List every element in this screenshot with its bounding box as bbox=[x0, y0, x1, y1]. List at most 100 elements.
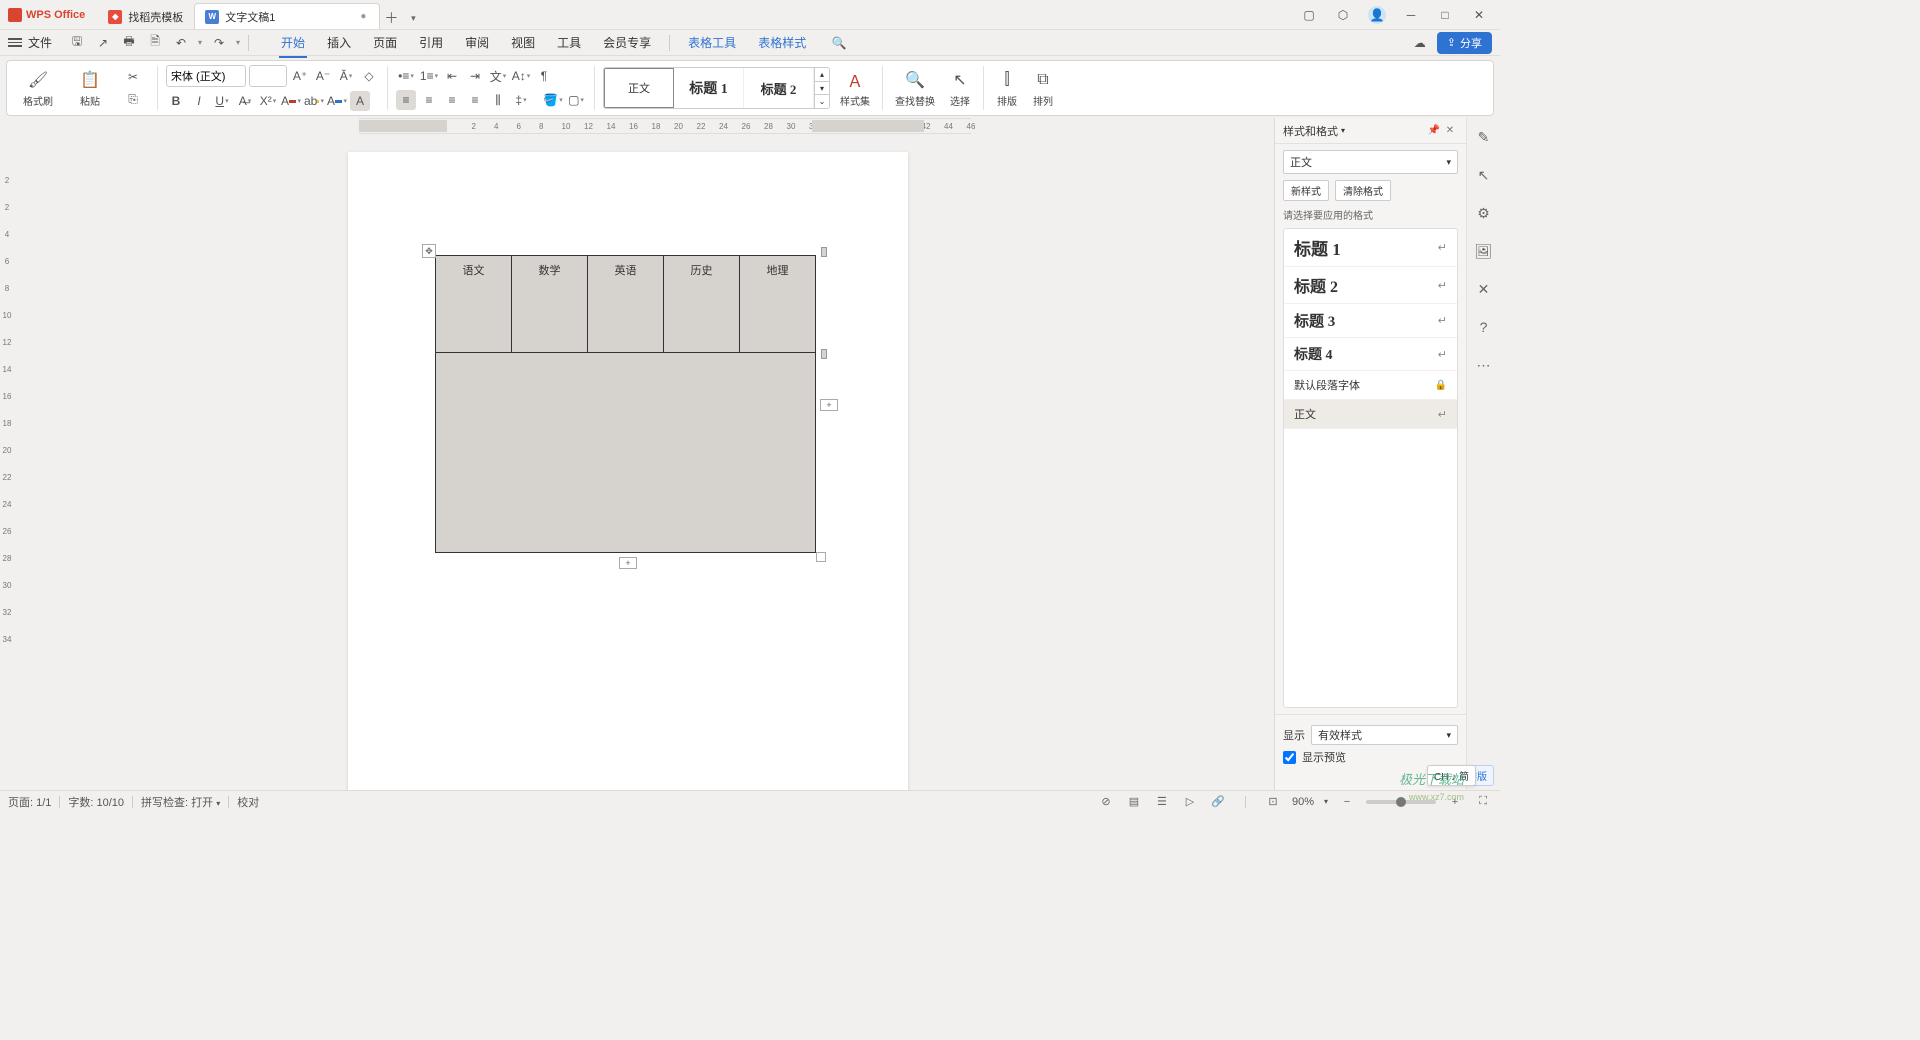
tools-icon[interactable]: ✕ bbox=[1473, 278, 1495, 300]
table-resize-handle[interactable] bbox=[816, 552, 826, 562]
file-menu[interactable]: 文件 bbox=[28, 34, 52, 51]
highlight-icon[interactable]: ab bbox=[304, 91, 324, 111]
align-left-icon[interactable]: ≡ bbox=[396, 90, 416, 110]
status-proof[interactable]: 校对 bbox=[237, 794, 259, 810]
decrease-indent-icon[interactable]: ⇤ bbox=[442, 66, 462, 86]
menu-start[interactable]: 开始 bbox=[271, 30, 315, 55]
show-preview-checkbox[interactable] bbox=[1283, 751, 1296, 764]
superscript-icon[interactable]: X² bbox=[258, 91, 278, 111]
copy-icon[interactable]: ⎘ bbox=[123, 89, 143, 109]
find-replace-button[interactable]: 🔍查找替换 bbox=[891, 67, 939, 110]
horizontal-ruler[interactable]: 8642246810121416182022242628303234363840… bbox=[14, 118, 1274, 134]
style-list-item[interactable]: 默认段落字体🔒 bbox=[1284, 371, 1457, 400]
tab-document[interactable]: W 文字文稿1 ● bbox=[194, 3, 380, 29]
cut-icon[interactable]: ✂ bbox=[123, 67, 143, 87]
clear-format-icon[interactable]: ◇ bbox=[359, 66, 379, 86]
distribute-icon[interactable]: ⫼ bbox=[488, 90, 508, 110]
menu-insert[interactable]: 插入 bbox=[317, 30, 361, 55]
style-list-item[interactable]: 标题 3↵ bbox=[1284, 304, 1457, 338]
style-list-item[interactable]: 标题 4↵ bbox=[1284, 338, 1457, 371]
share-button[interactable]: ⇪分享 bbox=[1437, 32, 1492, 54]
hamburger-icon[interactable] bbox=[8, 38, 22, 47]
table-cell[interactable]: 语文 bbox=[436, 256, 512, 353]
font-name-select[interactable] bbox=[166, 65, 246, 87]
search-icon[interactable]: 🔍 bbox=[830, 34, 848, 52]
status-spellcheck[interactable]: 拼写检查: 打开 ▾ bbox=[141, 794, 220, 810]
tab-templates[interactable]: ◆ 找稻壳模板 bbox=[97, 3, 194, 29]
style-heading-1[interactable]: 标题 1 bbox=[674, 68, 744, 108]
shading-icon[interactable]: A bbox=[350, 91, 370, 111]
fullscreen-icon[interactable]: ⛶ bbox=[1474, 793, 1492, 811]
layout-button[interactable]: ⫿排版 bbox=[992, 67, 1022, 110]
zoom-value[interactable]: 90% bbox=[1292, 796, 1314, 808]
status-words[interactable]: 字数: 10/10 bbox=[68, 794, 124, 810]
menu-tools[interactable]: 工具 bbox=[547, 30, 591, 55]
image-icon[interactable]: 🖼 bbox=[1473, 240, 1495, 262]
table-cell[interactable]: 地理 bbox=[740, 256, 816, 353]
view-read-icon[interactable]: ▷ bbox=[1181, 793, 1199, 811]
view-print-icon[interactable]: ▤ bbox=[1125, 793, 1143, 811]
undo-icon[interactable]: ↶ bbox=[172, 34, 190, 52]
pin-icon[interactable]: 📌 bbox=[1426, 123, 1442, 139]
show-filter-select[interactable]: 有效样式▾ bbox=[1311, 725, 1458, 745]
menu-table-style[interactable]: 表格样式 bbox=[748, 30, 816, 55]
table-cell[interactable]: 英语 bbox=[588, 256, 664, 353]
view-outline-icon[interactable]: ☰ bbox=[1153, 793, 1171, 811]
zoom-out-icon[interactable]: − bbox=[1338, 793, 1356, 811]
zoom-slider[interactable] bbox=[1366, 800, 1436, 804]
style-body[interactable]: 正文 bbox=[604, 68, 674, 108]
style-list-item[interactable]: 正文↵ bbox=[1284, 400, 1457, 429]
table[interactable]: ✥ 语文 数学 英语 历史 地理 + + bbox=[435, 255, 816, 553]
text-direction-icon[interactable]: 文 bbox=[488, 66, 508, 86]
align-center-icon[interactable]: ≡ bbox=[419, 90, 439, 110]
ime-indicator[interactable]: CH ♪ 简 bbox=[1427, 765, 1476, 786]
export-icon[interactable]: ↗ bbox=[94, 34, 112, 52]
menu-page[interactable]: 页面 bbox=[363, 30, 407, 55]
settings-icon[interactable]: ⚙ bbox=[1473, 202, 1495, 224]
table-move-handle[interactable]: ✥ bbox=[422, 244, 436, 258]
show-marks-icon[interactable]: ¶ bbox=[534, 66, 554, 86]
paste-button[interactable]: 📋粘贴 bbox=[75, 67, 105, 110]
style-list-item[interactable]: 标题 1↵ bbox=[1284, 229, 1457, 267]
border-icon[interactable]: ▢ bbox=[566, 90, 586, 110]
window-mode-icon[interactable]: ▢ bbox=[1296, 3, 1322, 27]
print-preview-icon[interactable]: 🗎 bbox=[146, 34, 164, 52]
menu-view[interactable]: 视图 bbox=[501, 30, 545, 55]
style-heading-2[interactable]: 标题 2 bbox=[744, 68, 814, 108]
style-scroll-up[interactable]: ▴ bbox=[815, 68, 829, 82]
page[interactable]: ✥ 语文 数学 英语 历史 地理 + + bbox=[348, 152, 908, 790]
minimize-button[interactable]: ─ bbox=[1398, 3, 1424, 27]
style-expand[interactable]: ⌄ bbox=[815, 95, 829, 108]
sort-icon[interactable]: A↕ bbox=[511, 66, 531, 86]
line-spacing-icon[interactable]: ‡ bbox=[511, 90, 531, 110]
vertical-ruler[interactable]: 2246810121416182022242628303234 bbox=[0, 134, 14, 790]
redo-icon[interactable]: ↷ bbox=[210, 34, 228, 52]
table-cell[interactable]: 历史 bbox=[664, 256, 740, 353]
tab-close-icon[interactable]: ● bbox=[357, 11, 369, 23]
menu-table-tools[interactable]: 表格工具 bbox=[678, 30, 746, 55]
table-add-col-button[interactable]: + bbox=[820, 399, 838, 411]
cloud-sync-icon[interactable]: ⊘ bbox=[1097, 793, 1115, 811]
print-icon[interactable]: 🖶 bbox=[120, 34, 138, 52]
bold-icon[interactable]: B bbox=[166, 91, 186, 111]
help-icon[interactable]: ? bbox=[1473, 316, 1495, 338]
font-size-select[interactable] bbox=[249, 65, 287, 87]
menu-review[interactable]: 审阅 bbox=[455, 30, 499, 55]
style-list-item[interactable]: 标题 2↵ bbox=[1284, 267, 1457, 304]
increase-indent-icon[interactable]: ⇥ bbox=[465, 66, 485, 86]
arrange-button[interactable]: ⧉排列 bbox=[1028, 67, 1058, 110]
align-justify-icon[interactable]: ≡ bbox=[465, 90, 485, 110]
close-button[interactable]: ✕ bbox=[1466, 3, 1492, 27]
fill-color-icon[interactable]: 🪣 bbox=[543, 90, 563, 110]
select-button[interactable]: ↖选择 bbox=[945, 67, 975, 110]
status-page[interactable]: 页面: 1/1 bbox=[8, 794, 51, 810]
clear-format-button[interactable]: 清除格式 bbox=[1335, 180, 1391, 201]
cloud-icon[interactable]: ☁ bbox=[1411, 34, 1429, 52]
table-cell[interactable]: 数学 bbox=[512, 256, 588, 353]
panel-close-icon[interactable]: ✕ bbox=[1442, 123, 1458, 139]
avatar-button[interactable]: 👤 bbox=[1364, 3, 1390, 27]
zoom-in-icon[interactable]: + bbox=[1446, 793, 1464, 811]
select-tool-icon[interactable]: ↖ bbox=[1473, 164, 1495, 186]
increase-font-icon[interactable]: A⁺ bbox=[290, 66, 310, 86]
strikethrough-icon[interactable]: A̶ bbox=[235, 91, 255, 111]
